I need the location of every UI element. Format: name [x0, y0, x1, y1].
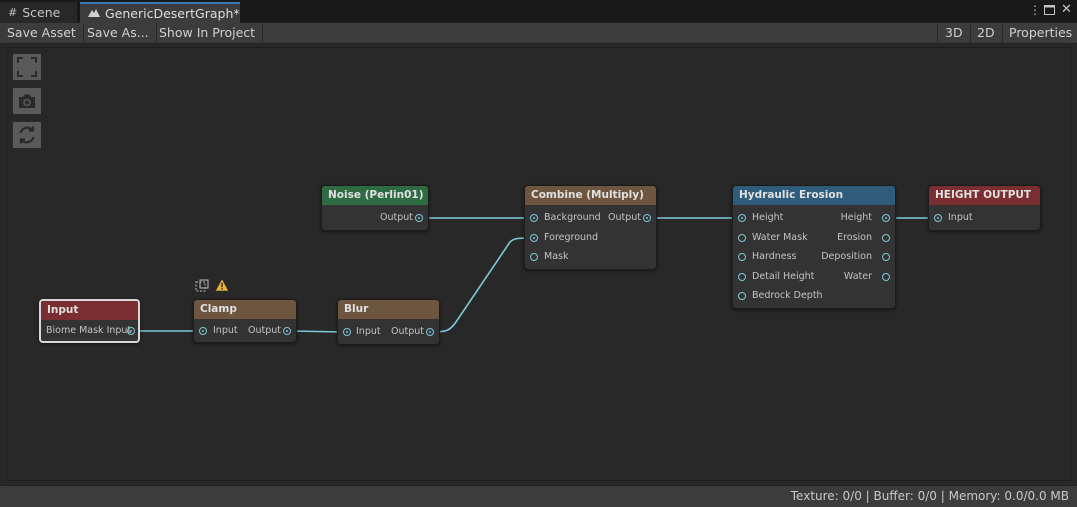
more-options-icon[interactable]: ⋮: [1029, 3, 1041, 17]
memory-status: Texture: 0/0 | Buffer: 0/0 | Memory: 0.0…: [790, 489, 1069, 503]
close-icon[interactable]: ✕: [1061, 2, 1072, 17]
port-label: Output: [380, 212, 413, 223]
input-port-water-mask[interactable]: [738, 234, 746, 242]
input-port[interactable]: [934, 214, 942, 222]
port-label: Height: [752, 212, 784, 223]
input-port-mask[interactable]: [530, 253, 538, 261]
node-height-output[interactable]: HEIGHT OUTPUT Input: [928, 185, 1041, 231]
node-header: Hydraulic Erosion: [733, 186, 895, 205]
save-as-button[interactable]: Save As...: [80, 23, 157, 43]
refresh-icon: [19, 126, 35, 144]
port-label: Hardness: [752, 251, 797, 262]
view-2d-button[interactable]: 2D: [970, 23, 1003, 43]
port-label: Deposition: [821, 251, 872, 262]
input-port[interactable]: [199, 327, 207, 335]
tab-bar: # Scene GenericDesertGraph* ⋮ ✕: [0, 0, 1077, 23]
input-port-bedrock-depth[interactable]: [738, 292, 746, 300]
output-port[interactable]: [127, 327, 135, 335]
node-noise-perlin[interactable]: Noise (Perlin01) Output: [321, 185, 429, 231]
port-label: Input: [356, 326, 381, 337]
node-header: Input: [41, 301, 138, 320]
port-label: Foreground: [544, 232, 599, 243]
node-clamp[interactable]: Clamp Input Output: [193, 299, 297, 343]
port-label: Input: [213, 325, 238, 336]
node-header: Noise (Perlin01): [322, 186, 428, 205]
fullscreen-icon: [17, 57, 37, 77]
selection-toggle-icon[interactable]: [195, 279, 209, 293]
input-port-foreground[interactable]: [530, 234, 538, 242]
port-label: Output: [248, 325, 281, 336]
port-label: Bedrock Depth: [752, 290, 823, 301]
node-header: HEIGHT OUTPUT: [929, 186, 1040, 205]
output-port[interactable]: [643, 214, 651, 222]
input-port-height[interactable]: [738, 214, 746, 222]
maximize-icon[interactable]: [1044, 4, 1055, 18]
port-label: Background: [544, 212, 601, 223]
port-label: Output: [391, 326, 424, 337]
save-asset-button[interactable]: Save Asset: [0, 23, 84, 43]
screenshot-button[interactable]: [12, 87, 42, 115]
properties-button[interactable]: Properties: [1002, 23, 1077, 43]
input-port-detail-height[interactable]: [738, 273, 746, 281]
refresh-button[interactable]: [12, 121, 42, 149]
port-label: Height: [840, 212, 872, 223]
node-header: Combine (Multiply): [525, 186, 656, 205]
status-bar: Texture: 0/0 | Buffer: 0/0 | Memory: 0.0…: [0, 485, 1077, 507]
grid-icon: #: [8, 6, 18, 19]
node-combine-multiply[interactable]: Combine (Multiply) Background Output For…: [524, 185, 657, 270]
warning-icon[interactable]: [215, 278, 229, 292]
output-port[interactable]: [283, 327, 291, 335]
tab-scene[interactable]: # Scene: [0, 2, 78, 23]
node-header: Blur: [338, 300, 439, 319]
port-label: Mask: [544, 251, 569, 262]
output-port-deposition[interactable]: [882, 253, 890, 261]
port-label: Water Mask: [752, 232, 808, 243]
port-label: Water: [843, 271, 872, 282]
tab-generic-desert-graph[interactable]: GenericDesertGraph*: [80, 2, 240, 23]
camera-icon: [19, 94, 35, 108]
port-label: Biome Mask Input: [46, 325, 132, 336]
output-port-height[interactable]: [882, 214, 890, 222]
port-label: Erosion: [837, 232, 872, 243]
output-port-water[interactable]: [882, 273, 890, 281]
frame-all-button[interactable]: [12, 53, 42, 81]
node-hydraulic-erosion[interactable]: Hydraulic Erosion Height Height Water Ma…: [732, 185, 896, 309]
port-label: Input: [948, 212, 973, 223]
view-3d-button[interactable]: 3D: [937, 23, 971, 43]
input-port[interactable]: [343, 328, 351, 336]
tab-label: Scene: [22, 5, 61, 20]
node-input[interactable]: Input Biome Mask Input: [39, 299, 140, 343]
port-label: Detail Height: [752, 271, 815, 282]
tab-label: GenericDesertGraph*: [105, 6, 240, 21]
show-in-project-button[interactable]: Show In Project: [152, 23, 264, 43]
output-port[interactable]: [415, 214, 423, 222]
port-label: Output: [608, 212, 641, 223]
terrain-icon: [88, 7, 100, 20]
output-port-erosion[interactable]: [882, 234, 890, 242]
input-port-background[interactable]: [530, 214, 538, 222]
node-header: Clamp: [194, 300, 296, 319]
input-port-hardness[interactable]: [738, 253, 746, 261]
node-blur[interactable]: Blur Input Output: [337, 299, 440, 345]
toolbar: Save Asset Save As... Show In Project 3D…: [0, 23, 1077, 44]
output-port[interactable]: [426, 328, 434, 336]
